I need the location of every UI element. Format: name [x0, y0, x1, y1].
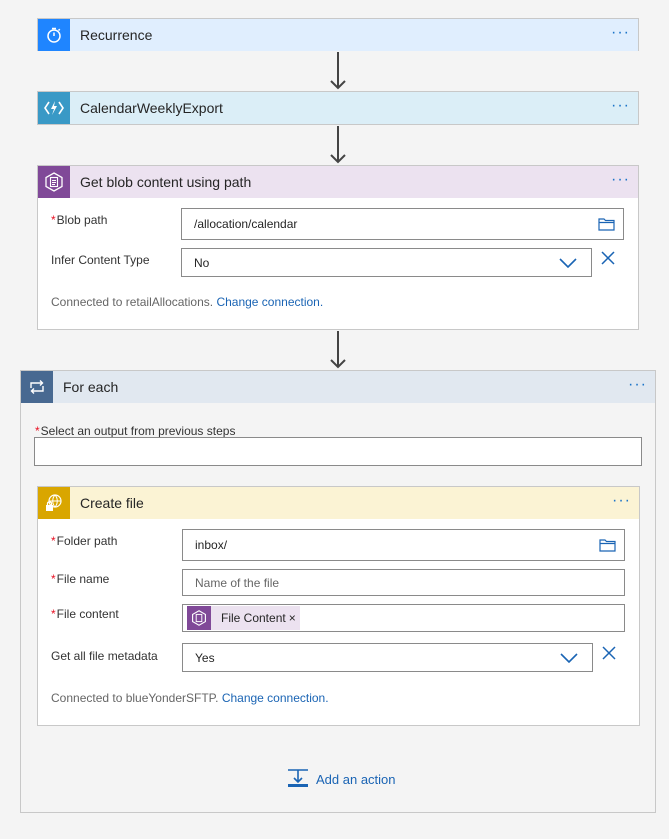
- add-action-icon: [288, 769, 308, 787]
- flow-arrow: [330, 126, 346, 164]
- infer-content-type-value: No: [194, 255, 210, 270]
- blob-storage-icon: [38, 166, 70, 198]
- folder-path-label: *Folder path: [51, 534, 118, 548]
- recurrence-title: Recurrence: [80, 27, 153, 43]
- lightning-icon: [38, 92, 70, 124]
- weekly-export-more-menu[interactable]: ···: [611, 98, 630, 114]
- create-file-header[interactable]: Create file ···: [38, 487, 639, 519]
- weekly-export-title: CalendarWeeklyExport: [80, 100, 223, 116]
- infer-content-type-select[interactable]: No: [181, 248, 592, 277]
- flow-arrow: [330, 331, 346, 369]
- stopwatch-icon: [38, 19, 70, 51]
- blob-change-connection-link[interactable]: Change connection.: [216, 295, 323, 309]
- folder-icon[interactable]: [599, 538, 616, 552]
- infer-content-type-row: Infer Content Type No: [51, 248, 624, 278]
- get-all-metadata-select[interactable]: Yes: [182, 643, 593, 672]
- add-action-label: Add an action: [316, 771, 396, 787]
- file-content-row: *File content File Content ×: [51, 604, 625, 632]
- close-icon[interactable]: [601, 251, 615, 265]
- create-file-title: Create file: [80, 495, 144, 511]
- chevron-down-icon[interactable]: [559, 258, 577, 268]
- token-remove-button[interactable]: ×: [289, 611, 296, 625]
- file-name-row: *File name Name of the file: [51, 569, 625, 597]
- recurrence-header[interactable]: Recurrence ···: [38, 19, 638, 51]
- create-file-more-menu[interactable]: ···: [612, 493, 631, 509]
- create-file-card: Create file ··· *Folder path inbox/ *Fil…: [37, 486, 640, 726]
- folder-path-value: inbox/: [195, 538, 228, 552]
- file-content-token[interactable]: File Content ×: [187, 606, 300, 630]
- get-blob-title: Get blob content using path: [80, 174, 252, 190]
- sftp-connection-info: Connected to blueYonderSFTP. Change conn…: [51, 691, 329, 705]
- blob-connection-info: Connected to retailAllocations. Change c…: [51, 295, 324, 309]
- close-icon[interactable]: [602, 646, 616, 660]
- blob-storage-icon: [187, 606, 211, 630]
- file-name-placeholder: Name of the file: [195, 575, 280, 590]
- file-name-label: *File name: [51, 572, 110, 586]
- get-all-metadata-row: Get all file metadata Yes: [51, 643, 625, 673]
- for-each-card: For each ··· *Select an output from prev…: [20, 370, 656, 813]
- folder-icon[interactable]: [598, 217, 615, 231]
- file-content-token-label: File Content: [221, 611, 286, 625]
- get-blob-more-menu[interactable]: ···: [611, 172, 630, 188]
- infer-content-type-label: Infer Content Type: [51, 253, 150, 267]
- file-content-input[interactable]: File Content ×: [182, 604, 625, 632]
- add-action-button[interactable]: Add an action: [287, 769, 396, 789]
- folder-path-row: *Folder path inbox/: [51, 529, 625, 561]
- folder-path-input[interactable]: inbox/: [182, 529, 625, 561]
- globe-lock-icon: [38, 487, 70, 519]
- select-output-label: *Select an output from previous steps: [35, 424, 236, 438]
- for-each-more-menu[interactable]: ···: [628, 377, 647, 393]
- get-blob-header[interactable]: Get blob content using path ···: [38, 166, 638, 198]
- file-content-label: *File content: [51, 607, 119, 621]
- blob-path-row: *Blob path /allocation/calendar: [51, 208, 624, 240]
- for-each-title: For each: [63, 379, 119, 395]
- get-blob-card: Get blob content using path ··· *Blob pa…: [37, 165, 639, 330]
- weekly-export-card[interactable]: CalendarWeeklyExport ···: [37, 91, 639, 125]
- select-output-input[interactable]: [34, 437, 642, 466]
- blob-path-value: /allocation/calendar: [194, 217, 298, 231]
- chevron-down-icon[interactable]: [560, 653, 578, 663]
- sftp-change-connection-link[interactable]: Change connection.: [222, 691, 329, 705]
- loop-icon: [21, 371, 53, 403]
- weekly-export-header[interactable]: CalendarWeeklyExport ···: [38, 92, 638, 124]
- for-each-header[interactable]: For each ···: [21, 371, 655, 403]
- recurrence-more-menu[interactable]: ···: [611, 25, 630, 41]
- flow-arrow: [330, 52, 346, 90]
- blob-path-label: *Blob path: [51, 213, 108, 227]
- file-name-input[interactable]: Name of the file: [182, 569, 625, 596]
- get-all-metadata-label: Get all file metadata: [51, 649, 158, 663]
- get-all-metadata-value: Yes: [195, 650, 215, 665]
- blob-path-input[interactable]: /allocation/calendar: [181, 208, 624, 240]
- recurrence-card[interactable]: Recurrence ···: [37, 18, 639, 51]
